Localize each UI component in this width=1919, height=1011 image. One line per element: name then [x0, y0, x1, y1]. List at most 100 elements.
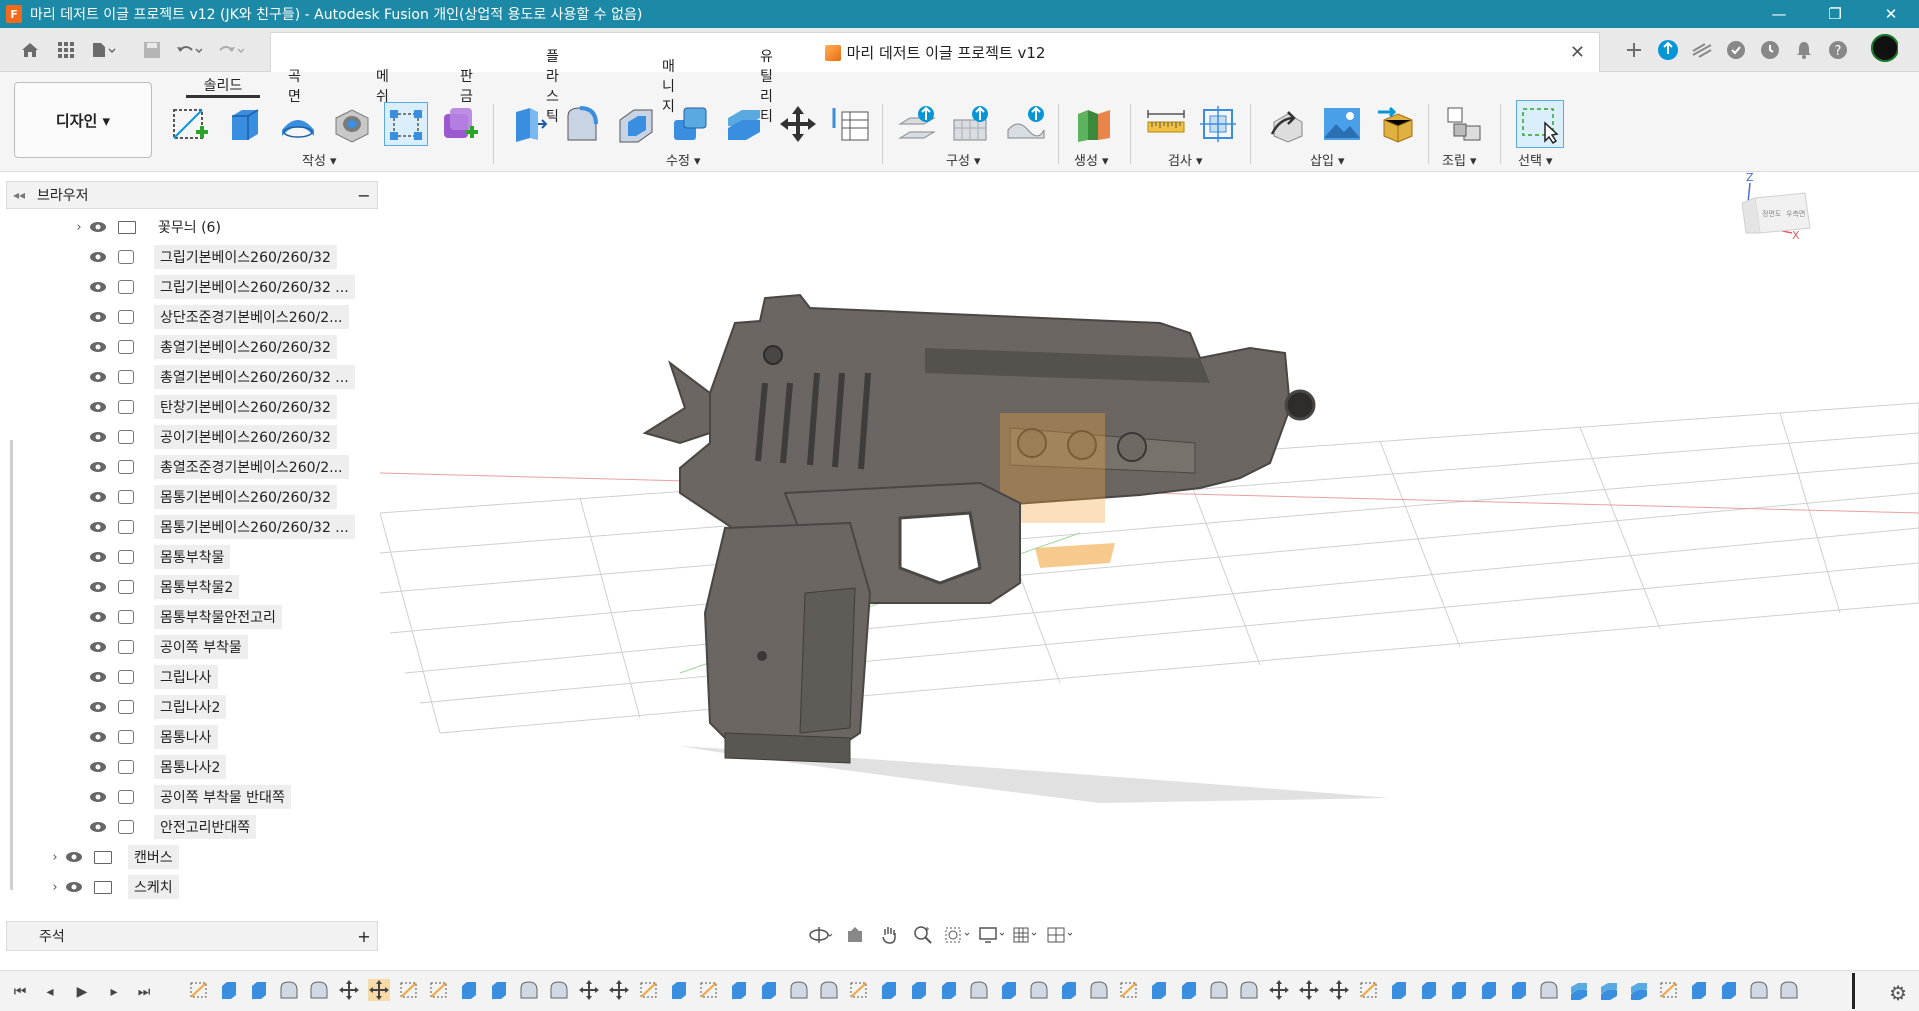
create-form-button[interactable] [438, 102, 482, 146]
collapse-panel-icon[interactable]: ◂◂ [7, 188, 31, 202]
home-icon[interactable] [16, 36, 44, 64]
timeline-last-icon[interactable]: ⏭ [134, 982, 154, 1002]
expand-chevron-icon[interactable]: › [46, 850, 64, 865]
tree-body-row[interactable]: 총열기본베이스260/260/32 [88, 334, 337, 360]
group-modify-label[interactable]: 수정 ▾ [666, 150, 701, 169]
timeline-feature-extrude-icon[interactable] [1478, 979, 1500, 1001]
timeline-feature-sketch-icon[interactable] [398, 979, 420, 1001]
grid-settings-icon[interactable] [1012, 923, 1038, 947]
timeline-feature-sketch-icon[interactable] [848, 979, 870, 1001]
timeline-feature-extrude-icon[interactable] [728, 979, 750, 1001]
timeline-feature-fillet-icon[interactable] [968, 979, 990, 1001]
timeline-feature-extrude-icon[interactable] [1058, 979, 1080, 1001]
online-status-icon[interactable] [1722, 36, 1750, 64]
combine-button[interactable] [668, 102, 712, 146]
timeline-feature-extrude-icon[interactable] [668, 979, 690, 1001]
timeline-feature-extrude-icon[interactable] [1688, 979, 1710, 1001]
timeline-feature-fillet-icon[interactable] [1238, 979, 1260, 1001]
pan-hand-icon[interactable] [876, 923, 902, 947]
timeline-feature-fillet-icon[interactable] [1088, 979, 1110, 1001]
expand-chevron-icon[interactable]: › [46, 880, 64, 895]
plane-at-angle-button[interactable] [950, 102, 994, 146]
visibility-eye-icon[interactable] [88, 820, 108, 834]
timeline-feature-move-icon[interactable] [1298, 979, 1320, 1001]
group-select-label[interactable]: 선택 ▾ [1518, 150, 1553, 169]
visibility-eye-icon[interactable] [88, 220, 108, 234]
tree-body-row[interactable]: 공이쪽 부착물 [88, 634, 248, 660]
tab-sheet-metal[interactable]: 판금 [460, 69, 473, 105]
tree-folder-row-sketches[interactable]: › 스케치 [46, 874, 179, 900]
revolve-button[interactable] [276, 102, 320, 146]
data-panel-icon[interactable] [52, 36, 80, 64]
measure-button[interactable] [1144, 102, 1188, 146]
file-menu-icon[interactable] [90, 36, 118, 64]
timeline-feature-extrude-icon[interactable] [1388, 979, 1410, 1001]
timeline-feature-sketch-icon[interactable] [698, 979, 720, 1001]
redo-icon[interactable] [216, 36, 244, 64]
tree-body-row[interactable]: 공이쪽 부착물 반대쪽 [88, 784, 291, 810]
timeline-play-icon[interactable]: ▶ [72, 982, 92, 1002]
timeline-feature-move-icon[interactable] [1328, 979, 1350, 1001]
timeline-feature-fillet-icon[interactable] [1538, 979, 1560, 1001]
tree-body-row[interactable]: 몸통나사2 [88, 754, 227, 780]
tree-body-row[interactable]: 몸통기본베이스260/260/32 [88, 484, 337, 510]
move-copy-button[interactable] [776, 102, 820, 146]
tree-body-row[interactable]: 몸통나사 [88, 724, 218, 750]
tree-body-row[interactable]: 총열기본베이스260/260/32 ... [88, 364, 355, 390]
visibility-eye-icon[interactable] [88, 640, 108, 654]
timeline-feature-extrude-icon[interactable] [1418, 979, 1440, 1001]
minimize-browser-button[interactable]: − [351, 186, 377, 205]
select-button[interactable] [1516, 100, 1564, 148]
timeline-feature-fillet-icon[interactable] [308, 979, 330, 1001]
tree-body-row[interactable]: 그립나사2 [88, 694, 227, 720]
browser-scrollbar[interactable] [10, 440, 13, 890]
canvas-viewport[interactable]: Z X 정면도 우측면 [379, 171, 1919, 953]
timeline-feature-extrude-icon[interactable] [758, 979, 780, 1001]
timeline-feature-fillet-icon[interactable] [518, 979, 540, 1001]
timeline-feature-split-icon[interactable] [1628, 979, 1650, 1001]
timeline-feature-extrude-icon[interactable] [1148, 979, 1170, 1001]
zoom-icon[interactable] [910, 923, 936, 947]
tab-manage[interactable]: 매니지 [662, 59, 675, 115]
tab-mesh[interactable]: 메쉬 [376, 69, 389, 105]
timeline-feature-sketch-icon[interactable] [638, 979, 660, 1001]
visibility-eye-icon[interactable] [88, 430, 108, 444]
pattern-button[interactable] [384, 102, 428, 146]
timeline-feature-move-icon[interactable] [1268, 979, 1290, 1001]
fit-zoom-icon[interactable] [944, 923, 970, 947]
insert-derive-button[interactable] [1266, 102, 1310, 146]
timeline-feature-move-icon[interactable] [338, 979, 360, 1001]
visibility-eye-icon[interactable] [88, 610, 108, 624]
timeline-feature-fillet-icon[interactable] [278, 979, 300, 1001]
timeline-feature-extrude-icon[interactable] [248, 979, 270, 1001]
tree-body-row[interactable]: 상단조준경기본베이스260/2... [88, 304, 349, 330]
visibility-eye-icon[interactable] [88, 700, 108, 714]
visibility-eye-icon[interactable] [88, 250, 108, 264]
visibility-eye-icon[interactable] [88, 550, 108, 564]
timeline-feature-extrude-icon[interactable] [1508, 979, 1530, 1001]
close-window-button[interactable]: ✕ [1863, 0, 1919, 28]
timeline-marker[interactable] [1852, 973, 1855, 1009]
visibility-eye-icon[interactable] [88, 370, 108, 384]
timeline-feature-extrude-icon[interactable] [998, 979, 1020, 1001]
timeline-feature-sketch-icon[interactable] [1358, 979, 1380, 1001]
expand-chevron-icon[interactable]: › [70, 220, 88, 235]
group-insert-label[interactable]: 삽입 ▾ [1310, 150, 1345, 169]
visibility-eye-icon[interactable] [88, 490, 108, 504]
group-generate-label[interactable]: 생성 ▾ [1074, 150, 1109, 169]
visibility-eye-icon[interactable] [88, 310, 108, 324]
change-parameters-button[interactable] [828, 102, 872, 146]
tree-body-row[interactable]: 몸통부착물2 [88, 574, 240, 600]
visibility-eye-icon[interactable] [88, 520, 108, 534]
viewports-icon[interactable] [1046, 923, 1072, 947]
timeline-feature-sketch-icon[interactable] [428, 979, 450, 1001]
fusion-app-icon[interactable]: F [6, 5, 22, 23]
timeline-feature-fillet-icon[interactable] [1748, 979, 1770, 1001]
tree-body-row[interactable]: 몸통부착물 [88, 544, 231, 570]
tree-body-row[interactable]: 몸통부착물안전고리 [88, 604, 282, 630]
new-component-button[interactable] [1442, 102, 1486, 146]
orbit-icon[interactable] [808, 923, 834, 947]
visibility-eye-icon[interactable] [64, 880, 84, 894]
timeline-feature-fillet-icon[interactable] [1778, 979, 1800, 1001]
section-analysis-button[interactable] [1196, 102, 1240, 146]
